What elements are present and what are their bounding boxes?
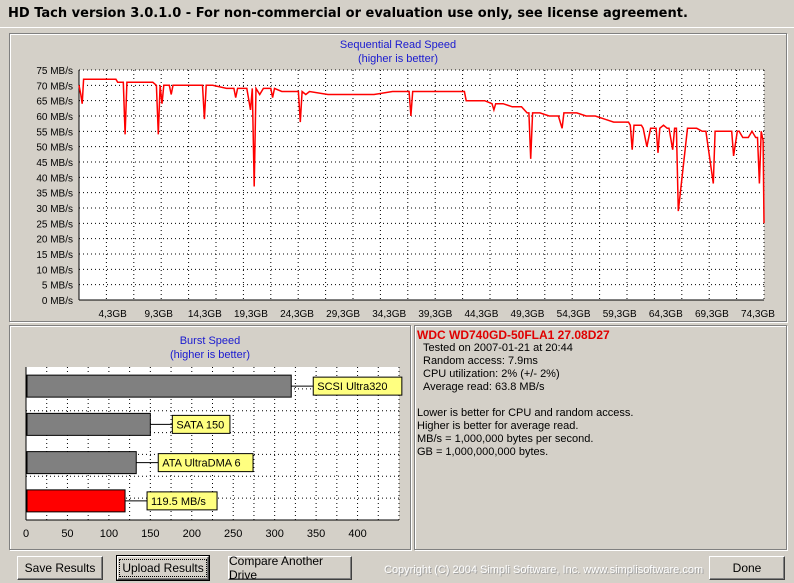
seq-chart-subtitle: (higher is better) [357, 53, 439, 65]
average-read: Average read: 63.8 MB/s [423, 381, 545, 393]
compare-another-drive-button[interactable]: Compare Another Drive [228, 554, 352, 582]
note-cpu: Lower is better for CPU and random acces… [417, 407, 634, 419]
upload-results-button[interactable]: Upload Results [116, 555, 210, 581]
drive-name: WDC WD740GD-50FLA1 27.08D27 [417, 328, 610, 342]
note-gb: GB = 1,000,000,000 bytes. [417, 446, 549, 458]
sequential-read-panel [9, 33, 787, 322]
done-label: Done [732, 561, 762, 575]
random-access: Random access: 7.9ms [423, 355, 538, 367]
burst-chart-title: Burst Speed [179, 335, 241, 347]
note-average: Higher is better for average read. [417, 420, 579, 432]
note-mbs: MB/s = 1,000,000 bytes per second. [417, 433, 594, 445]
cpu-utilization: CPU utilization: 2% (+/- 2%) [423, 368, 560, 380]
save-results-button[interactable]: Save Results [17, 556, 103, 580]
upload-results-label: Upload Results [119, 559, 207, 577]
burst-chart-subtitle: (higher is better) [169, 349, 251, 361]
title-bar: HD Tach version 3.0.1.0 - For non-commer… [0, 0, 794, 28]
seq-chart-title: Sequential Read Speed [339, 39, 457, 51]
window-title: HD Tach version 3.0.1.0 - For non-commer… [8, 6, 688, 21]
done-button[interactable]: Done [709, 556, 785, 580]
save-results-label: Save Results [24, 561, 96, 575]
copyright-text: Copyright (C) 2004 Simpli Software, Inc.… [384, 564, 704, 576]
compare-drive-label: Compare Another Drive [229, 554, 324, 582]
tested-on: Tested on 2007-01-21 at 20:44 [423, 342, 573, 354]
